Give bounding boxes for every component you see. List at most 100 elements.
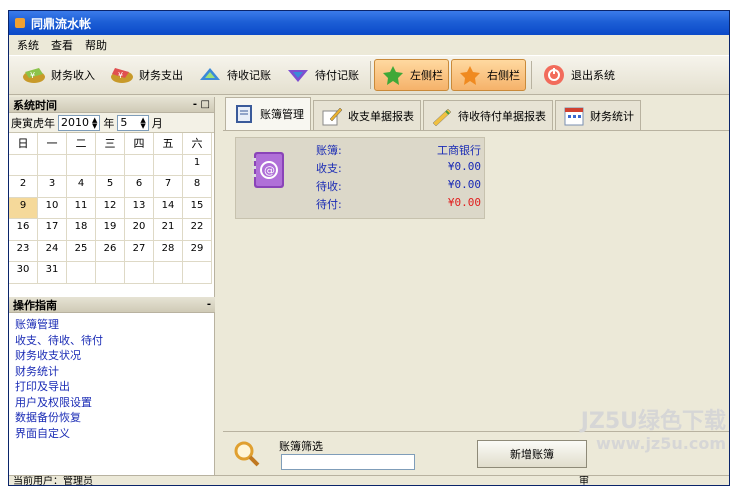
calendar-day[interactable]: 19 <box>96 219 125 241</box>
calendar-day[interactable]: 21 <box>154 219 183 241</box>
tab-income-report-label: 收支单据报表 <box>348 109 414 123</box>
pencil-paper-icon <box>320 105 344 127</box>
calendar-empty-cell <box>96 262 125 284</box>
calendar-panel-controls[interactable]: - □ <box>193 99 210 110</box>
receivable-balance-value: ¥0.00 <box>447 178 481 191</box>
calendar-day[interactable]: 28 <box>154 240 183 262</box>
receivable-icon <box>197 64 223 86</box>
account-card[interactable]: @ 账簿: 工商银行 收支: ¥0.00 待收: ¥0.00 待付: ¥0.00 <box>235 137 485 219</box>
spinner-arrows-icon[interactable]: ▲ ▼ <box>92 116 97 129</box>
guide-link-books[interactable]: 账簿管理 <box>15 317 209 333</box>
expense-label: 财务支出 <box>139 69 183 82</box>
payable-button[interactable]: 待付记账 <box>279 59 365 91</box>
watermark-line1: JZ5U绿色下载 <box>580 409 726 434</box>
calendar-day[interactable]: 10 <box>38 197 67 219</box>
calendar-day[interactable]: 29 <box>183 240 212 262</box>
payable-icon <box>285 64 311 86</box>
guide-link-ui[interactable]: 界面自定义 <box>15 426 209 442</box>
tab-income-report[interactable]: 收支单据报表 <box>313 100 421 130</box>
calendar-day[interactable]: 3 <box>38 176 67 198</box>
guide-link-users[interactable]: 用户及权限设置 <box>15 395 209 411</box>
guide-link-backup[interactable]: 数据备份恢复 <box>15 410 209 426</box>
calendar-day[interactable]: 11 <box>67 197 96 219</box>
weekday-header: 日 <box>9 133 38 155</box>
spinner-arrows-icon[interactable]: ▲ ▼ <box>140 116 145 129</box>
calendar-day[interactable]: 18 <box>67 219 96 241</box>
tab-statistics[interactable]: 财务统计 <box>555 100 641 130</box>
watermark-line2: www.jz5u.com <box>596 434 726 453</box>
account-row-income: 收支: ¥0.00 <box>316 160 481 176</box>
calendar-day[interactable]: 2 <box>9 176 38 198</box>
income-label: 财务收入 <box>51 69 95 82</box>
weekday-header: 二 <box>67 133 96 155</box>
year-spinner[interactable]: 2010 ▲ ▼ <box>58 114 101 131</box>
calendar-day[interactable]: 8 <box>183 176 212 198</box>
calendar-day[interactable]: 16 <box>9 219 38 241</box>
right-panel-toggle[interactable]: 右侧栏 <box>451 59 526 91</box>
calendar-day[interactable]: 27 <box>125 240 154 262</box>
tab-statistics-label: 财务统计 <box>590 109 634 123</box>
calendar-grid: 日 一 二 三 四 五 六 1 2 3 4 5 6 7 8 9 10 11 12 13 14 15 16 17 1… <box>9 133 214 284</box>
calendar-nav: 庚寅虎年 2010 ▲ ▼ 年 5 ▲ ▼ 月 <box>9 113 214 133</box>
menu-system[interactable]: 系统 <box>17 37 39 53</box>
menu-view[interactable]: 查看 <box>51 37 73 53</box>
calendar-day[interactable]: 20 <box>125 219 154 241</box>
guide-collapse-button[interactable]: - <box>207 299 211 310</box>
svg-text:¥: ¥ <box>30 71 35 80</box>
calendar-day[interactable]: 4 <box>67 176 96 198</box>
calendar-day[interactable]: 25 <box>67 240 96 262</box>
guide-link-stats[interactable]: 财务统计 <box>15 364 209 380</box>
calendar-day[interactable]: 17 <box>38 219 67 241</box>
menu-help[interactable]: 帮助 <box>85 37 107 53</box>
calendar-day[interactable]: 22 <box>183 219 212 241</box>
book-label: 账簿: <box>316 144 342 157</box>
calendar-day[interactable]: 24 <box>38 240 67 262</box>
guide-link-status[interactable]: 财务收支状况 <box>15 348 209 364</box>
calendar-day[interactable]: 23 <box>9 240 38 262</box>
power-icon <box>541 64 567 86</box>
magnifier-icon <box>233 440 261 468</box>
book-value: 工商银行 <box>437 144 481 157</box>
calendar-day[interactable]: 31 <box>38 262 67 284</box>
calendar-day[interactable]: 5 <box>96 176 125 198</box>
calendar-day[interactable]: 26 <box>96 240 125 262</box>
tab-pending-report[interactable]: 待收待付单据报表 <box>423 100 553 130</box>
weekday-header: 四 <box>125 133 154 155</box>
month-spinner[interactable]: 5 ▲ ▼ <box>117 114 149 131</box>
calendar-day[interactable]: 15 <box>183 197 212 219</box>
calendar-empty-cell <box>125 262 154 284</box>
tab-books-label: 账簿管理 <box>260 108 304 121</box>
left-panel-toggle[interactable]: 左侧栏 <box>374 59 449 91</box>
left-pane: 系统时间 - □ 庚寅虎年 2010 ▲ ▼ 年 5 ▲ ▼ 月 日 一 二 三 四… <box>9 97 215 475</box>
year-unit: 年 <box>103 116 115 130</box>
calendar-day[interactable]: 6 <box>125 176 154 198</box>
right-panel-label: 右侧栏 <box>487 69 520 82</box>
calendar-day[interactable]: 12 <box>96 197 125 219</box>
guide-list: 账簿管理 收支、待收、待付 财务收支状况 财务统计 打印及导出 用户及权限设置 … <box>9 313 215 445</box>
lunar-year-label: 庚寅虎年 <box>11 116 55 130</box>
title-bar[interactable]: 同鼎流水帐 <box>9 11 729 35</box>
calendar-day[interactable]: 1 <box>183 154 212 176</box>
income-icon: ¥ <box>21 64 47 86</box>
receivable-balance-label: 待收: <box>316 180 342 193</box>
calendar-day[interactable]: 9 <box>9 197 38 219</box>
exit-button[interactable]: 退出系统 <box>535 59 621 91</box>
account-row-payable: 待付: ¥0.00 <box>316 196 481 212</box>
guide-link-print[interactable]: 打印及导出 <box>15 379 209 395</box>
calendar-day[interactable]: 14 <box>154 197 183 219</box>
guide-link-entries[interactable]: 收支、待收、待付 <box>15 333 209 349</box>
receivable-button[interactable]: 待收记账 <box>191 59 277 91</box>
svg-text:@: @ <box>264 164 275 177</box>
book-filter-input[interactable] <box>281 454 415 470</box>
calendar-day[interactable]: 7 <box>154 176 183 198</box>
new-book-button[interactable]: 新增账簿 <box>477 440 587 468</box>
calendar-empty-cell <box>9 154 38 176</box>
calendar-day[interactable]: 30 <box>9 262 38 284</box>
calendar-day[interactable]: 13 <box>125 197 154 219</box>
calendar-header: 系统时间 - □ <box>9 97 214 113</box>
month-value: 5 <box>120 116 128 129</box>
expense-button[interactable]: ¥ 财务支出 <box>103 59 189 91</box>
income-button[interactable]: ¥ 财务收入 <box>15 59 101 91</box>
toolbar-separator <box>370 61 371 89</box>
tab-books[interactable]: 账簿管理 <box>225 97 311 130</box>
